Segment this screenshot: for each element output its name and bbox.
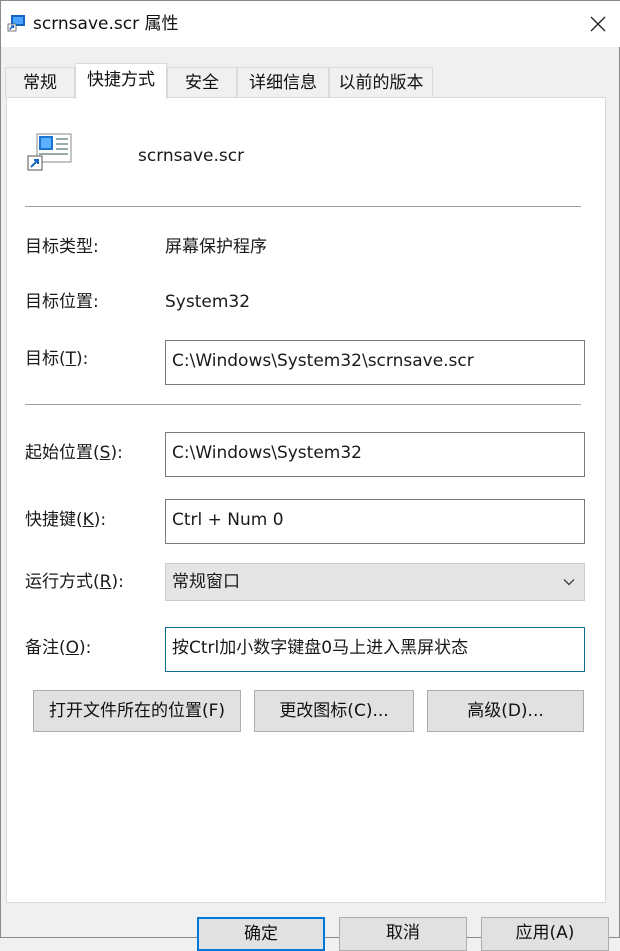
comment-input[interactable]: 按Ctrl加小数字键盘0马上进入黑屏状态 (165, 627, 585, 672)
open-file-location-button[interactable]: 打开文件所在的位置(F) (33, 690, 241, 732)
tab-general[interactable]: 常规 (5, 67, 75, 97)
shortcut-app-icon (7, 15, 25, 32)
title-bar[interactable]: scrnsave.scr 属性 (1, 1, 620, 47)
comment-label: 备注(O): (25, 638, 92, 658)
change-icon-button[interactable]: 更改图标(C)... (254, 690, 414, 732)
run-label: 运行方式(R): (25, 572, 124, 592)
tab-previous-versions[interactable]: 以前的版本 (329, 67, 433, 97)
cancel-button[interactable]: 取消 (339, 917, 467, 951)
target-type-value: 屏幕保护程序 (165, 237, 267, 257)
window-title: scrnsave.scr 属性 (33, 14, 179, 34)
target-type-label: 目标类型: (25, 237, 99, 257)
shortcut-tab-panel: scrnsave.scr 目标类型: 屏幕保护程序 目标位置: System32… (6, 97, 606, 903)
tab-shortcut[interactable]: 快捷方式 (75, 63, 167, 99)
target-location-value: System32 (165, 292, 251, 312)
tab-security[interactable]: 安全 (167, 67, 237, 97)
advanced-button[interactable]: 高级(D)... (427, 690, 584, 732)
ok-button[interactable]: 确定 (197, 917, 325, 951)
close-button[interactable] (575, 1, 620, 47)
tab-details[interactable]: 详细信息 (237, 67, 329, 97)
run-mode-select[interactable]: 常规窗口 (165, 563, 585, 601)
target-label: 目标(T): (25, 349, 89, 369)
run-mode-value: 常规窗口 (172, 572, 240, 592)
hotkey-input[interactable]: Ctrl + Num 0 (165, 499, 585, 544)
properties-window: scrnsave.scr 属性 常规 快捷方式 安全 详细信息 以前的版本 sc… (0, 0, 620, 951)
divider (25, 206, 581, 207)
chevron-down-icon (563, 579, 575, 586)
start-in-label: 起始位置(S): (25, 443, 123, 463)
apply-button[interactable]: 应用(A) (481, 917, 609, 951)
screensaver-file-icon (27, 133, 72, 171)
file-name: scrnsave.scr (138, 146, 245, 166)
target-input[interactable]: C:\Windows\System32\scrnsave.scr (165, 340, 585, 385)
hotkey-label: 快捷键(K): (25, 510, 107, 530)
tab-strip: 常规 快捷方式 安全 详细信息 以前的版本 (1, 63, 620, 99)
divider (25, 404, 581, 405)
close-icon (590, 16, 606, 32)
start-in-input[interactable]: C:\Windows\System32 (165, 432, 585, 477)
target-location-label: 目标位置: (25, 292, 99, 312)
